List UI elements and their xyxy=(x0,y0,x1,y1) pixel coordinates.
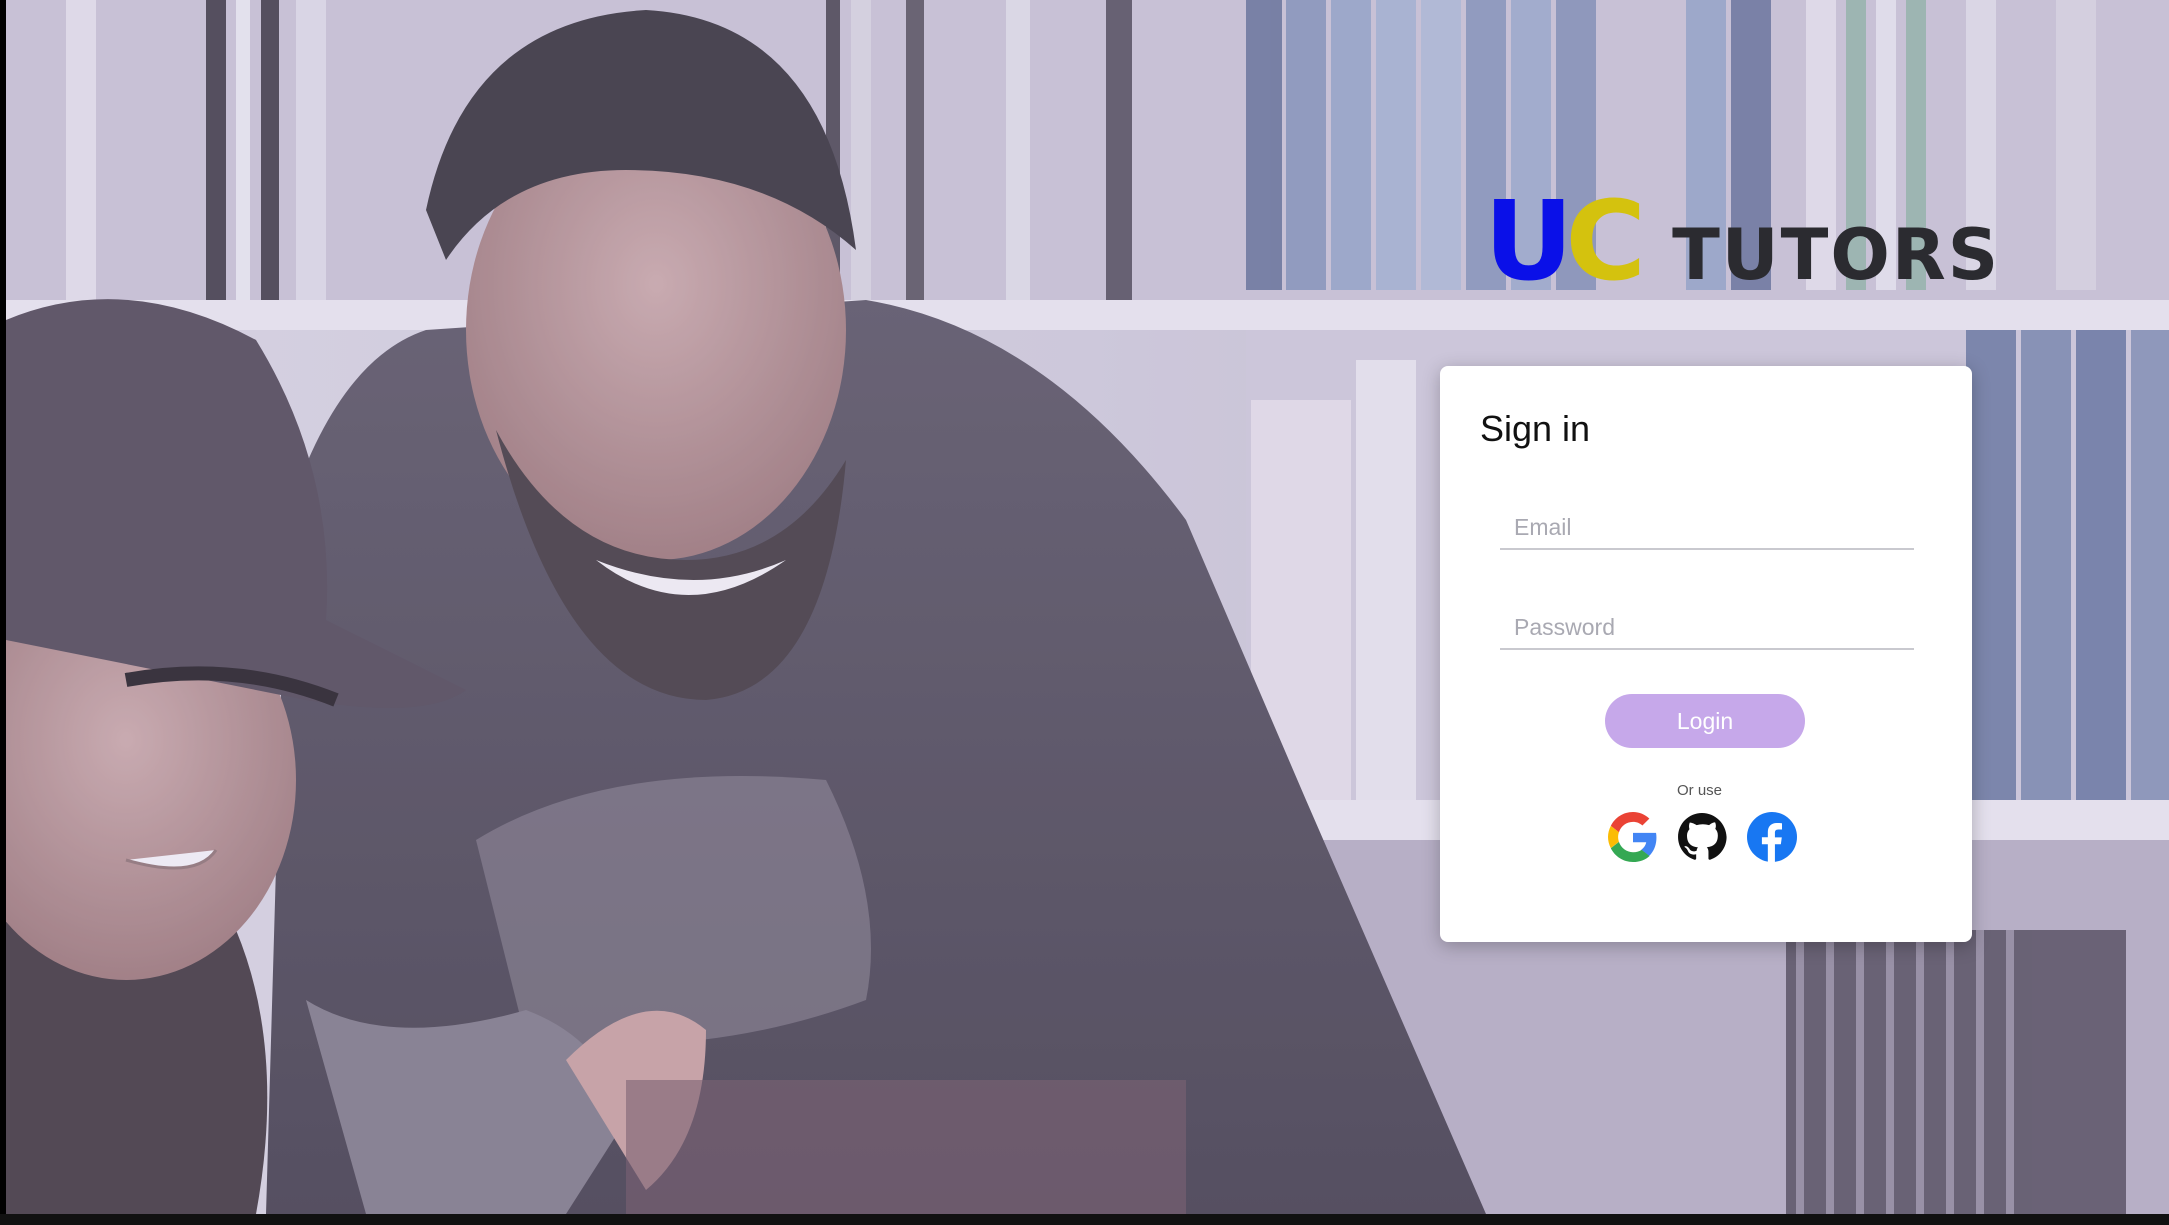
email-field[interactable] xyxy=(1500,506,1914,550)
logo-letter-c: C xyxy=(1565,177,1647,305)
facebook-icon[interactable] xyxy=(1747,812,1797,862)
or-use-label: Or use xyxy=(1676,782,1722,799)
logo-tutors-text: TUTORS xyxy=(1672,214,2001,296)
github-icon[interactable] xyxy=(1677,812,1727,862)
bottom-edge xyxy=(0,1214,2169,1225)
signin-title: Sign in xyxy=(1480,408,1591,449)
password-field[interactable] xyxy=(1500,606,1914,650)
google-icon[interactable] xyxy=(1608,812,1658,862)
uc-tutors-logo: U C TUTORS xyxy=(1484,186,2000,296)
login-page: U C TUTORS Sign in Login Or use xyxy=(6,0,2169,1214)
logo-letter-u: U xyxy=(1484,177,1573,305)
signin-card: Sign in Login Or use xyxy=(1440,366,1972,942)
login-button[interactable]: Login xyxy=(1605,694,1805,748)
